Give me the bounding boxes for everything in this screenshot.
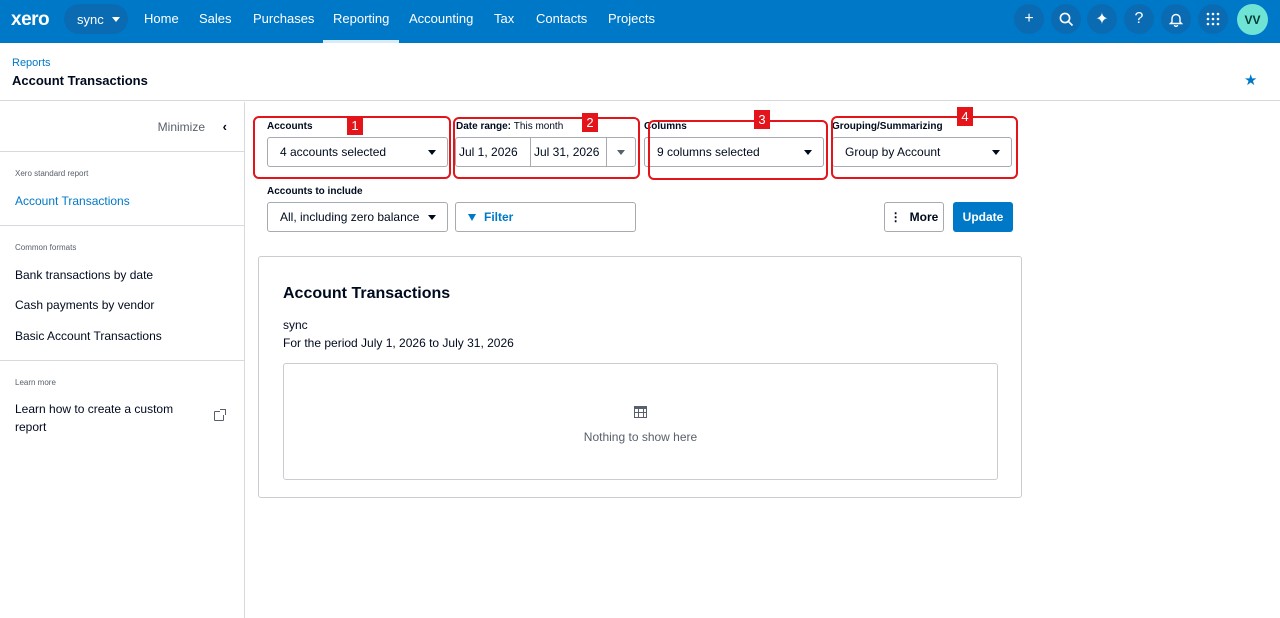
nav-item-reporting[interactable]: Reporting: [322, 0, 400, 43]
annotation-badge-3: 3: [754, 110, 770, 129]
nav-item-accounting[interactable]: Accounting: [409, 0, 473, 43]
report-organisation: sync: [283, 318, 308, 332]
annotation-box-2: [453, 117, 640, 179]
filter-button-label: Filter: [484, 210, 514, 224]
user-avatar[interactable]: VV: [1237, 4, 1268, 35]
apps-grid-icon[interactable]: [1198, 4, 1228, 34]
search-icon[interactable]: [1051, 4, 1081, 34]
sidebar-item-basic-account-transactions[interactable]: Basic Account Transactions: [15, 329, 162, 343]
xero-logo[interactable]: xero: [11, 9, 50, 31]
divider: [0, 151, 244, 152]
nav-item-home[interactable]: Home: [144, 0, 179, 43]
annotation-box-3: [648, 120, 828, 180]
update-button[interactable]: Update: [953, 202, 1013, 232]
nav-item-purchases[interactable]: Purchases: [253, 0, 314, 43]
more-button-label: More: [909, 210, 939, 224]
annotation-badge-4: 4: [957, 107, 973, 126]
nav-item-tax[interactable]: Tax: [494, 0, 514, 43]
divider: [0, 225, 244, 226]
sidebar-item-cash-payments[interactable]: Cash payments by vendor: [15, 298, 154, 312]
table-icon: [634, 406, 647, 418]
empty-state: Nothing to show here: [283, 363, 998, 480]
more-button[interactable]: ⋮ More: [884, 202, 944, 232]
report-panel: Account Transactions sync For the period…: [258, 256, 1022, 498]
help-icon[interactable]: ?: [1124, 4, 1154, 34]
report-title: Account Transactions: [283, 285, 451, 302]
empty-state-text: Nothing to show here: [583, 430, 698, 444]
top-navigation-bar: xero sync Home Sales Purchases Reporting…: [0, 0, 1280, 43]
accounts-to-include-value: All, including zero balance: [280, 210, 420, 224]
nav-item-projects[interactable]: Projects: [608, 0, 655, 43]
nav-item-sales[interactable]: Sales: [199, 0, 232, 43]
annotation-badge-1: 1: [347, 116, 363, 135]
annotation-badge-2: 2: [582, 113, 598, 132]
organisation-switcher[interactable]: sync: [64, 4, 128, 34]
page-header: Reports Account Transactions ★: [0, 43, 1280, 101]
learn-more-heading: Learn more: [15, 378, 56, 387]
caret-down-icon: [428, 215, 436, 220]
bell-icon[interactable]: [1161, 4, 1191, 34]
external-link-icon[interactable]: [214, 409, 226, 421]
learn-custom-report-link[interactable]: Learn how to create a custom report: [15, 400, 185, 436]
plus-icon[interactable]: +: [1014, 4, 1044, 34]
nav-item-contacts[interactable]: Contacts: [536, 0, 587, 43]
common-formats-heading: Common formats: [15, 243, 77, 252]
annotation-box-4: [831, 116, 1018, 179]
sparkle-icon[interactable]: ✦: [1087, 4, 1117, 34]
page-title: Account Transactions: [12, 73, 148, 88]
organisation-name: sync: [77, 11, 104, 27]
sidebar-item-account-transactions[interactable]: Account Transactions: [15, 194, 130, 208]
breadcrumb-reports[interactable]: Reports: [12, 57, 51, 69]
accounts-to-include-select[interactable]: All, including zero balance: [267, 202, 448, 232]
divider: [0, 360, 244, 361]
minimize-button[interactable]: Minimize: [158, 120, 205, 134]
filter-button[interactable]: Filter: [455, 202, 636, 232]
filter-icon: [468, 213, 476, 221]
chevron-down-icon: [111, 16, 120, 22]
more-vertical-icon: ⋮: [889, 210, 902, 224]
standard-report-heading: Xero standard report: [15, 169, 89, 178]
sidebar-item-bank-transactions[interactable]: Bank transactions by date: [15, 268, 153, 282]
accounts-to-include-label: Accounts to include: [267, 186, 363, 197]
report-period: For the period July 1, 2026 to July 31, …: [283, 336, 514, 350]
star-icon[interactable]: ★: [1244, 71, 1257, 89]
chevron-left-icon[interactable]: ‹: [223, 119, 227, 134]
report-sidebar: Minimize ‹ Xero standard report Account …: [0, 102, 245, 618]
